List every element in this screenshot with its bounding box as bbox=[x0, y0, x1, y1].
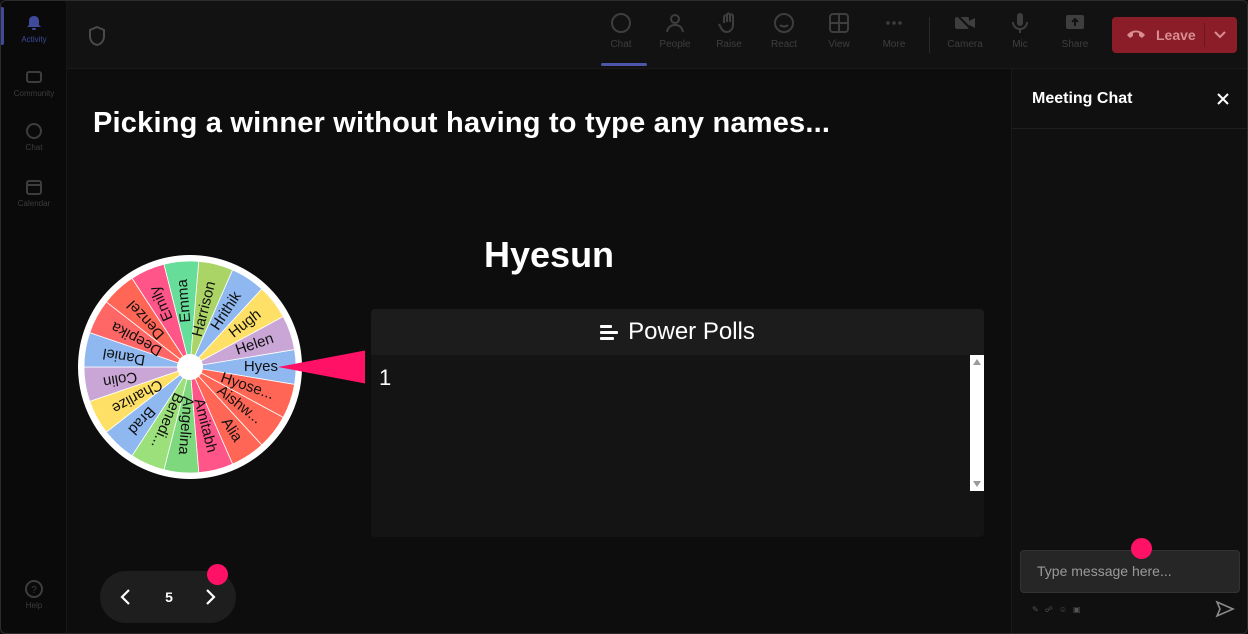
view-label: View bbox=[828, 39, 850, 50]
poll-bars-icon bbox=[600, 324, 619, 340]
chat-title: Meeting Chat bbox=[1032, 89, 1133, 107]
hand-icon bbox=[717, 11, 741, 35]
people-button[interactable]: People bbox=[647, 11, 703, 50]
rail-item-label: Help bbox=[25, 601, 43, 610]
page-number: 5 bbox=[165, 589, 173, 605]
raise-label: Raise bbox=[716, 39, 742, 50]
chat-label: Chat bbox=[610, 39, 632, 50]
chat-placeholder: Type message here... bbox=[1037, 563, 1172, 579]
microphone-icon bbox=[1008, 11, 1032, 35]
more-label: More bbox=[882, 39, 906, 50]
community-icon bbox=[24, 67, 44, 87]
svg-text:?: ? bbox=[31, 585, 37, 596]
toolbar-divider bbox=[929, 17, 930, 53]
rail-item-label: Activity bbox=[21, 35, 47, 44]
power-polls-title: Power Polls bbox=[628, 318, 755, 345]
winner-name: Hyesun bbox=[484, 234, 615, 275]
rail-item-label: Calendar bbox=[17, 199, 51, 208]
shield-icon[interactable] bbox=[87, 25, 107, 47]
chevron-left-icon[interactable] bbox=[116, 587, 136, 612]
camera-button[interactable]: Camera bbox=[937, 11, 993, 50]
share-label: Share bbox=[1061, 39, 1089, 50]
rail-item-community[interactable]: Community bbox=[1, 67, 67, 98]
teams-meeting-window: Activity Community Chat Calendar ? Help bbox=[0, 0, 1248, 634]
emoji-icon[interactable]: ☺ bbox=[1059, 605, 1067, 614]
mic-button[interactable]: Mic bbox=[992, 11, 1048, 50]
power-polls-panel: Power Polls 1 bbox=[371, 309, 984, 537]
format-icon[interactable]: ✎ bbox=[1032, 605, 1039, 614]
ellipsis-icon bbox=[882, 11, 906, 35]
share-screen-icon bbox=[1063, 11, 1087, 35]
meeting-chat-panel: Meeting Chat Type message here... ✎ ☍ ☺ … bbox=[1011, 69, 1247, 633]
leave-divider bbox=[1204, 23, 1205, 47]
gif-icon[interactable]: ▣ bbox=[1073, 605, 1081, 614]
calendar-icon bbox=[24, 177, 44, 197]
bell-icon bbox=[24, 13, 44, 33]
close-icon[interactable] bbox=[1215, 91, 1231, 107]
shared-content-stage: Picking a winner without having to type … bbox=[67, 69, 1010, 633]
attach-icon[interactable]: ☍ bbox=[1045, 605, 1053, 614]
power-polls-header: Power Polls bbox=[371, 309, 984, 355]
camera-off-icon bbox=[953, 11, 977, 35]
scroll-down-arrow-icon[interactable] bbox=[973, 481, 981, 487]
view-button[interactable]: View bbox=[811, 11, 867, 50]
app-rail: Activity Community Chat Calendar ? Help bbox=[1, 1, 67, 633]
chat-header: Meeting Chat bbox=[1012, 69, 1247, 129]
pointer-marker-dot bbox=[207, 564, 228, 585]
name-picker-wheel[interactable]: HyesHyose...Aishw...AliaAmitabhAngelinaB… bbox=[75, 247, 365, 487]
share-button[interactable]: Share bbox=[1047, 11, 1103, 50]
active-tab-indicator bbox=[601, 63, 647, 66]
wheel-name-label: Hyes bbox=[244, 358, 278, 375]
rail-item-calendar[interactable]: Calendar bbox=[1, 177, 67, 208]
camera-label: Camera bbox=[947, 39, 983, 50]
people-label: People bbox=[659, 39, 691, 50]
slide-heading: Picking a winner without having to type … bbox=[93, 107, 831, 139]
poll-scrollbar[interactable] bbox=[970, 355, 984, 491]
chat-bubble-icon bbox=[609, 11, 633, 35]
chat-format-tools: ✎ ☍ ☺ ▣ bbox=[1032, 605, 1081, 614]
wheel-name-label: Emma bbox=[174, 278, 195, 323]
leave-button[interactable]: Leave bbox=[1112, 17, 1237, 53]
poll-value: 1 bbox=[379, 365, 392, 390]
react-label: React bbox=[770, 39, 798, 50]
more-button[interactable]: More bbox=[866, 11, 922, 50]
rail-item-activity[interactable]: Activity bbox=[1, 7, 67, 45]
send-icon[interactable] bbox=[1215, 600, 1235, 618]
grid-icon bbox=[827, 11, 851, 35]
wheel-hub bbox=[177, 354, 203, 380]
leave-label: Leave bbox=[1156, 27, 1196, 43]
rail-item-label: Chat bbox=[25, 143, 43, 152]
pointer-marker-dot bbox=[1131, 538, 1152, 559]
chat-icon bbox=[24, 121, 44, 141]
scroll-up-arrow-icon[interactable] bbox=[973, 359, 981, 365]
chat-button[interactable]: Chat bbox=[593, 11, 649, 66]
rail-item-help[interactable]: ? Help bbox=[1, 579, 67, 610]
people-icon bbox=[663, 11, 687, 35]
rail-item-label: Community bbox=[13, 89, 55, 98]
power-polls-body: 1 bbox=[371, 355, 984, 491]
react-button[interactable]: React bbox=[756, 11, 812, 50]
phone-hangup-icon bbox=[1126, 27, 1146, 43]
rail-item-chat[interactable]: Chat bbox=[1, 121, 67, 152]
help-icon: ? bbox=[24, 579, 44, 599]
chevron-right-icon[interactable] bbox=[200, 587, 220, 612]
chevron-down-icon[interactable] bbox=[1213, 27, 1227, 44]
mic-label: Mic bbox=[1012, 39, 1028, 50]
raise-hand-button[interactable]: Raise bbox=[701, 11, 757, 50]
smiley-icon bbox=[772, 11, 796, 35]
meeting-toolbar: Chat People Raise React View More Camera… bbox=[67, 1, 1247, 69]
chat-message-input[interactable]: Type message here... bbox=[1020, 550, 1240, 593]
